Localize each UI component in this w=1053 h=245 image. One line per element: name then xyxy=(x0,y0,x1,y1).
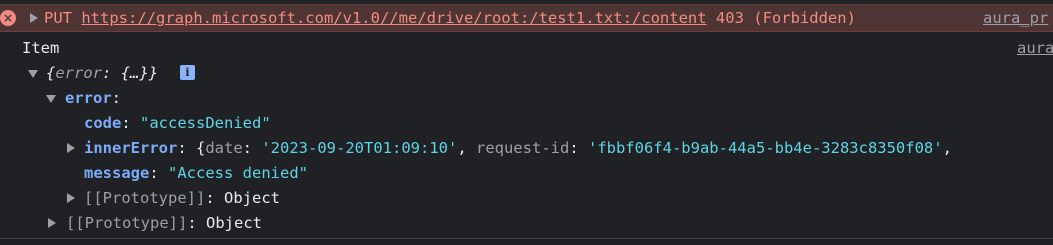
request-url-link[interactable]: https://graph.microsoft.com/v1.0//me/dri… xyxy=(81,9,706,27)
error-key: error xyxy=(65,89,112,107)
prototype-row[interactable]: [[Prototype]]: Object xyxy=(0,186,1053,211)
source-link[interactable]: aura_pr xyxy=(983,5,1048,31)
log-label: Item xyxy=(22,39,60,57)
inner-trailing: , xyxy=(942,139,952,157)
object-root-row[interactable]: {error: {…}} i xyxy=(0,61,1053,86)
expand-arrow-icon[interactable] xyxy=(67,143,75,153)
root-summary-key: error xyxy=(55,64,103,82)
root-colon: : xyxy=(102,64,121,82)
outer-prototype-value: Object xyxy=(206,214,262,232)
inner-request-id-key: request-id xyxy=(475,139,570,157)
divider xyxy=(0,238,1053,239)
inner-brace-open: { xyxy=(196,139,206,157)
expand-arrow-icon[interactable] xyxy=(67,193,75,203)
message-row: message: "Access denied" xyxy=(84,164,308,182)
outer-prototype-key: [[Prototype]] xyxy=(66,214,188,232)
inner-date-key: date xyxy=(205,139,243,157)
message-key: message xyxy=(84,164,150,182)
network-error-row: × PUT https://graph.microsoft.com/v1.0//… xyxy=(0,4,1053,32)
root-ellipsis: {…} xyxy=(120,64,149,82)
status-text: 403 (Forbidden) xyxy=(715,9,856,27)
root-brace-close: } xyxy=(148,64,159,82)
prototype-value: Object xyxy=(224,189,280,207)
outer-prototype-row[interactable]: [[Prototype]]: Object xyxy=(0,211,1053,236)
info-icon[interactable]: i xyxy=(180,65,195,80)
inner-error-row[interactable]: innerError: {date: '2023-09-20T01:09:10'… xyxy=(0,136,1053,161)
source-link-2[interactable]: aura xyxy=(1017,36,1053,61)
error-icon: × xyxy=(0,10,16,26)
root-brace-open: { xyxy=(46,64,56,82)
log-row: Item aura xyxy=(0,36,1053,61)
code-key: code xyxy=(84,114,122,132)
devtools-console: × PUT https://graph.microsoft.com/v1.0//… xyxy=(0,0,1053,245)
collapse-arrow-icon[interactable] xyxy=(28,70,38,78)
inner-request-id-value: 'fbbf06f4-b9ab-44a5-bb4e-3283c8350f08' xyxy=(587,139,943,157)
inner-error-key: innerError xyxy=(84,139,178,157)
code-row: code: "accessDenied" xyxy=(84,114,271,132)
error-key-row[interactable]: error: xyxy=(0,86,1053,111)
message-value: "Access denied" xyxy=(168,164,308,182)
http-method: PUT xyxy=(44,9,72,27)
collapse-arrow-icon[interactable] xyxy=(46,95,56,103)
expand-arrow-icon[interactable] xyxy=(30,13,38,23)
code-value: "accessDenied" xyxy=(140,114,271,132)
inner-date-value: '2023-09-20T01:09:10' xyxy=(261,139,458,157)
expand-arrow-icon[interactable] xyxy=(48,218,56,228)
prototype-key: [[Prototype]] xyxy=(84,189,206,207)
